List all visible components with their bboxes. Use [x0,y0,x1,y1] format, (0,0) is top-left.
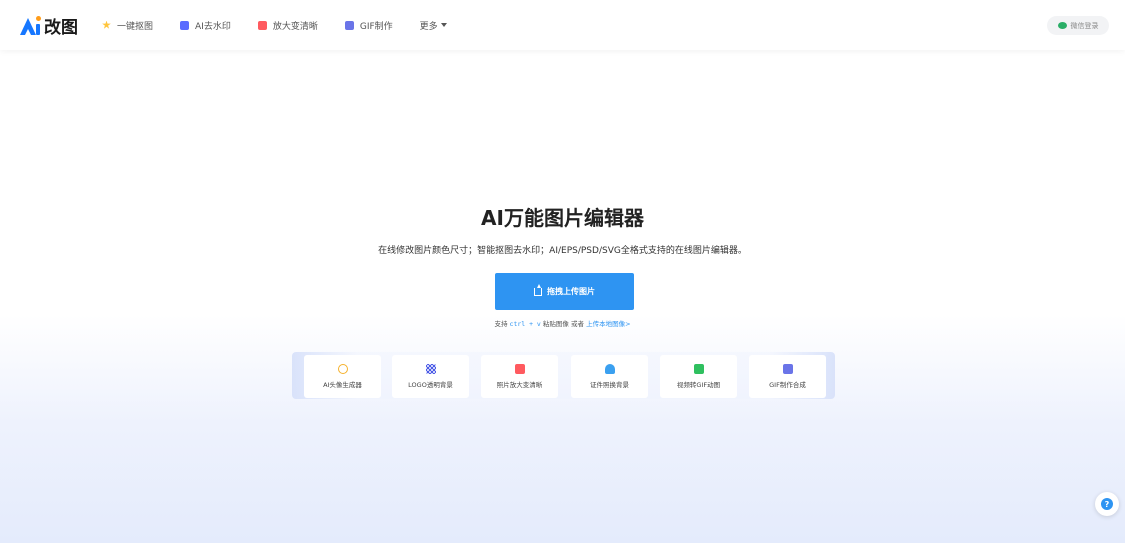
nav-item-upscale[interactable]: 放大变清晰 [257,19,318,32]
login-label: 微信登录 [1070,21,1099,30]
id-photo-icon [604,364,615,374]
star-icon [102,20,111,29]
zoom-icon [257,20,267,30]
tool-label: 证件照换背景 [590,381,629,389]
help-button[interactable]: ? [1095,492,1119,516]
tool-logo-transparent[interactable]: LOGO透明背景 [392,355,469,398]
upload-local-link[interactable]: 上传本地图像> [586,320,630,328]
logo-text: 改图 [44,17,78,38]
nav-label: 放大变清晰 [272,21,318,32]
top-header: 改图 一键抠图 AI去水印 放大变清晰 GIF制作 更多 微信登录 [0,0,1125,50]
checker-icon [425,364,436,374]
page-subtitle: 在线修改图片颜色尺寸；智能抠图去水印；AI/EPS/PSD/SVG全格式支持的在… [378,246,747,256]
nav-item-remove-watermark[interactable]: AI去水印 [180,19,231,32]
tool-ai-avatar[interactable]: AI头像生成器 [304,355,381,398]
nav-item-more[interactable]: 更多 [420,19,447,32]
logo[interactable]: 改图 [20,13,86,38]
hint-prefix: 支持 [494,320,508,328]
tool-label: 照片放大变清晰 [496,381,543,389]
hint-shortcut: ctrl + v [509,320,541,328]
wechat-icon [1057,22,1067,29]
gif-icon [782,364,793,374]
upload-label: 拖拽上传图片 [547,287,595,296]
nav-item-gif[interactable]: GIF制作 [344,19,393,32]
upload-hint: 支持 ctrl + v 粘贴图像 或者 上传本地图像> [0,318,1125,328]
nav-item-cutout[interactable]: 一键抠图 [102,19,153,32]
zoom-icon [514,364,525,374]
logo-mark-icon [20,15,42,35]
main-nav: 一键抠图 AI去水印 放大变清晰 GIF制作 更多 [102,19,474,32]
nav-label: AI去水印 [195,21,231,32]
hint-mid: 粘贴图像 或者 [542,320,584,328]
tool-label: 视频转GIF动图 [676,381,721,389]
tool-gif-maker[interactable]: GIF制作合成 [749,355,826,398]
tool-photo-upscale[interactable]: 照片放大变清晰 [481,355,558,398]
tool-label: LOGO透明背景 [408,381,453,389]
help-icon: ? [1101,498,1113,510]
tool-video-to-gif[interactable]: 视频转GIF动图 [660,355,737,398]
chevron-down-icon [440,23,447,27]
tool-label: AI头像生成器 [323,381,362,389]
video-icon [693,364,704,374]
gif-icon [344,20,354,30]
page-title: AI万能图片编辑器 [481,206,644,230]
nav-label: 更多 [419,21,438,32]
upload-button[interactable]: 拖拽上传图片 [495,273,634,310]
upload-icon [534,283,542,296]
nav-label: GIF制作 [359,21,393,32]
wechat-login-button[interactable]: 微信登录 [1047,16,1109,35]
ai-icon [180,20,190,30]
avatar-icon [337,364,348,374]
tool-id-photo[interactable]: 证件照换背景 [571,355,648,398]
tool-label: GIF制作合成 [769,381,806,389]
nav-label: 一键抠图 [117,21,154,32]
